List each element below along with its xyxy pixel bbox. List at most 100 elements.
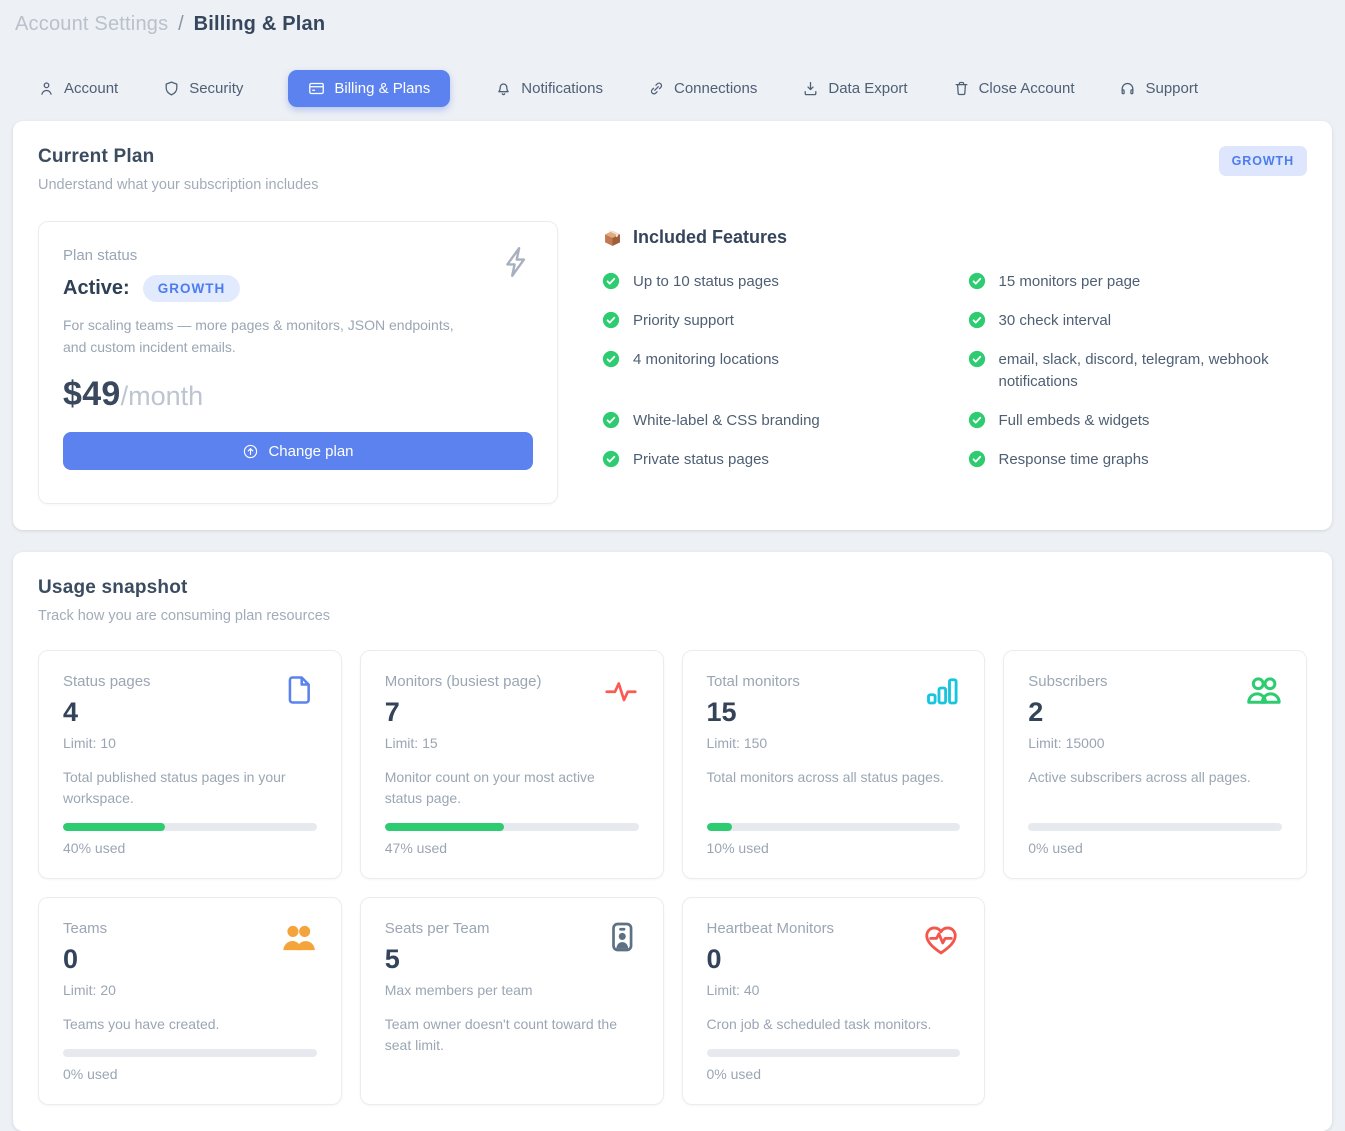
check-circle-icon: [968, 450, 986, 468]
usage-card-seats-per-team: Seats per Team 5 Max members per team Te…: [360, 897, 664, 1105]
usage-card-description: Teams you have created.: [63, 1014, 313, 1035]
usage-card-heartbeat-monitors: Heartbeat Monitors 0 Limit: 40 Cron job …: [682, 897, 986, 1105]
usage-card-description: Active subscribers across all pages.: [1028, 767, 1278, 788]
activity-icon: [603, 673, 639, 709]
tab-notifications[interactable]: Notifications: [495, 80, 603, 97]
usage-card-value: 0: [707, 944, 835, 975]
link-icon: [648, 80, 665, 97]
progress-bar: [63, 823, 317, 831]
percent-used-label: 10% used: [707, 840, 961, 856]
usage-card-limit: Limit: 150: [707, 735, 800, 751]
tab-label: Notifications: [521, 80, 603, 97]
features-heading: Included Features: [633, 227, 787, 248]
usage-title: Usage snapshot: [38, 577, 330, 599]
usage-card-status-pages: Status pages 4 Limit: 10 Total published…: [38, 650, 342, 879]
change-plan-button[interactable]: Change plan: [63, 432, 533, 470]
current-plan-subtitle: Understand what your subscription includ…: [38, 177, 318, 193]
bell-icon: [495, 80, 512, 97]
feature-label: 30 check interval: [999, 310, 1112, 332]
percent-used-label: 0% used: [1028, 840, 1282, 856]
usage-card-description: Team owner doesn't count toward the seat…: [385, 1014, 635, 1056]
feature-label: White-label & CSS branding: [633, 410, 820, 432]
feature-item: Private status pages: [602, 449, 942, 471]
settings-tab-bar: Account Security Billing & Plans Notific…: [38, 68, 1345, 108]
usage-card-value: 7: [385, 697, 542, 728]
tab-label: Account: [64, 80, 118, 97]
person-icon: [38, 80, 55, 97]
usage-card-value: 4: [63, 697, 151, 728]
feature-item: Priority support: [602, 310, 942, 332]
usage-card-title: Monitors (busiest page): [385, 673, 542, 690]
usage-card-title: Seats per Team: [385, 920, 533, 937]
users-outline-icon: [1244, 673, 1282, 711]
plan-status-card: Plan status Active: GROWTH For scaling t…: [38, 221, 558, 504]
breadcrumb-section[interactable]: Account Settings: [15, 13, 168, 35]
breadcrumb-separator: /: [178, 13, 184, 35]
id-badge-icon: [605, 920, 639, 954]
included-features: Included Features Up to 10 status pages …: [602, 221, 1307, 504]
lightning-icon: [499, 244, 535, 285]
plan-status-value: Active:: [63, 277, 130, 300]
progress-bar: [707, 1049, 961, 1057]
plan-price-period: /month: [121, 381, 204, 412]
usage-card-title: Heartbeat Monitors: [707, 920, 835, 937]
current-plan-section: Current Plan Understand what your subscr…: [13, 121, 1332, 530]
package-icon: [602, 227, 623, 248]
percent-used-label: 47% used: [385, 840, 639, 856]
feature-item: Full embeds & widgets: [968, 410, 1308, 432]
percent-used-label: 0% used: [707, 1066, 961, 1082]
usage-card-title: Subscribers: [1028, 673, 1107, 690]
progress-bar: [1028, 823, 1282, 831]
plan-badge: GROWTH: [1219, 146, 1307, 176]
feature-label: Priority support: [633, 310, 734, 332]
users-filled-icon: [279, 920, 317, 958]
tab-label: Data Export: [828, 80, 907, 97]
usage-card-limit: Limit: 15000: [1028, 735, 1107, 751]
plan-description: For scaling teams — more pages & monitor…: [63, 315, 471, 358]
usage-card-description: Total published status pages in your wor…: [63, 767, 313, 809]
feature-item: Up to 10 status pages: [602, 271, 942, 293]
usage-card-value: 15: [707, 697, 800, 728]
usage-card-limit: Limit: 40: [707, 982, 835, 998]
usage-card-value: 2: [1028, 697, 1107, 728]
check-circle-icon: [968, 411, 986, 429]
progress-bar: [707, 823, 961, 831]
usage-card-value: 5: [385, 944, 533, 975]
progress-bar: [63, 1049, 317, 1057]
tab-account[interactable]: Account: [38, 80, 118, 97]
plan-price: $49: [63, 375, 121, 414]
usage-card-monitors-busiest: Monitors (busiest page) 7 Limit: 15 Moni…: [360, 650, 664, 879]
progress-bar: [385, 823, 639, 831]
heart-pulse-icon: [922, 920, 960, 958]
file-icon: [283, 673, 317, 707]
tab-connections[interactable]: Connections: [648, 80, 757, 97]
usage-card-subscribers: Subscribers 2 Limit: 15000 Active subscr…: [1003, 650, 1307, 879]
page-title: Billing & Plan: [194, 13, 326, 35]
tab-security[interactable]: Security: [163, 80, 243, 97]
arrow-up-circle-icon: [242, 443, 259, 460]
tab-close-account[interactable]: Close Account: [953, 80, 1075, 97]
usage-card-title: Teams: [63, 920, 116, 937]
tab-data-export[interactable]: Data Export: [802, 80, 907, 97]
usage-snapshot-section: Usage snapshot Track how you are consumi…: [13, 552, 1332, 1131]
usage-card-description: Monitor count on your most active status…: [385, 767, 635, 809]
feature-item: White-label & CSS branding: [602, 410, 942, 432]
current-plan-title: Current Plan: [38, 146, 318, 168]
check-circle-icon: [602, 272, 620, 290]
tab-support[interactable]: Support: [1119, 80, 1198, 97]
tab-label: Billing & Plans: [334, 80, 430, 97]
plan-status-label: Plan status: [63, 247, 533, 264]
headset-icon: [1119, 80, 1136, 97]
usage-card-title: Status pages: [63, 673, 151, 690]
tab-label: Close Account: [979, 80, 1075, 97]
usage-card-description: Total monitors across all status pages.: [707, 767, 957, 788]
percent-used-label: 40% used: [63, 840, 317, 856]
usage-card-limit: Max members per team: [385, 982, 533, 998]
progress-fill: [707, 823, 732, 831]
tab-billing-plans[interactable]: Billing & Plans: [288, 70, 450, 107]
check-circle-icon: [602, 350, 620, 368]
change-plan-label: Change plan: [268, 443, 353, 460]
trash-icon: [953, 80, 970, 97]
usage-card-title: Total monitors: [707, 673, 800, 690]
check-circle-icon: [602, 450, 620, 468]
